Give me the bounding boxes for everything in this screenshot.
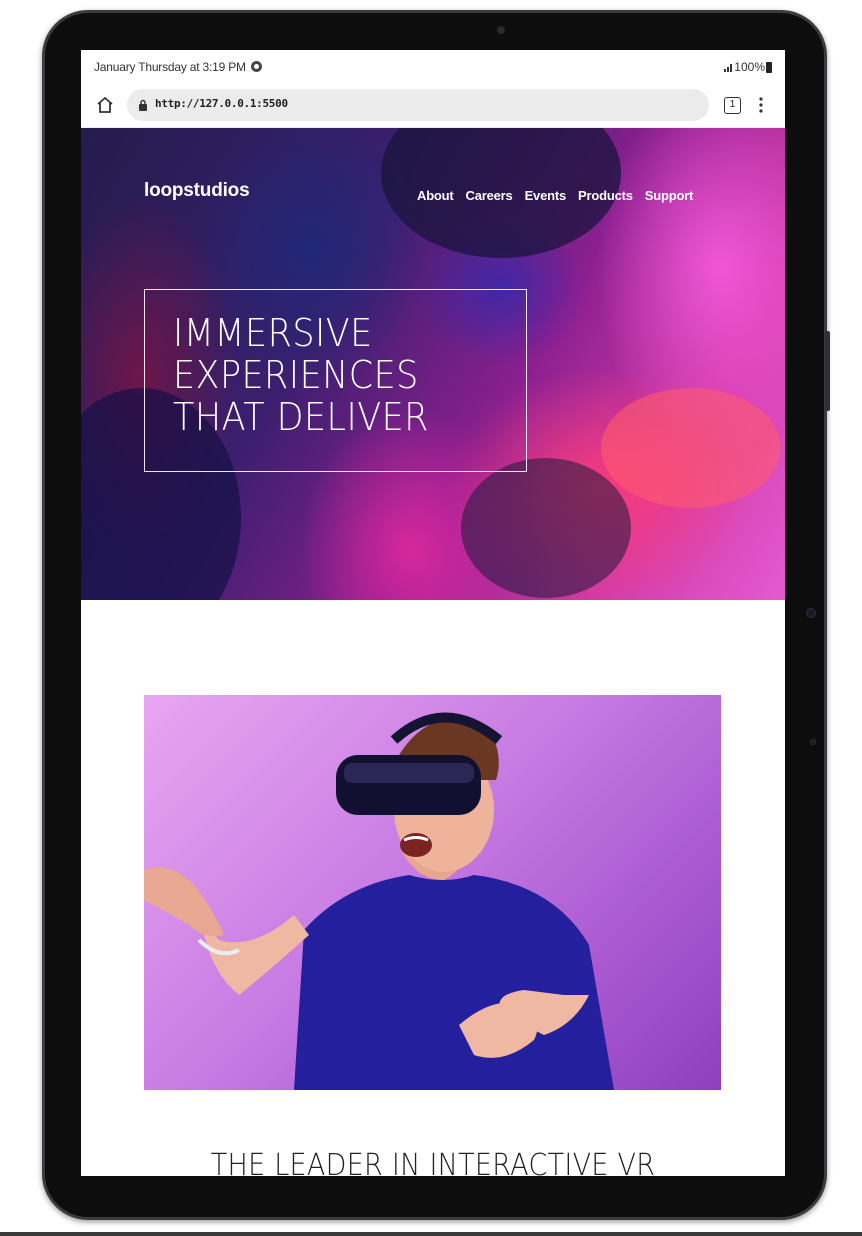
vr-person-illustration (144, 712, 614, 1090)
hero-title: IMMERSIVE EXPERIENCES THAT DELIVER (173, 311, 429, 439)
status-time: January Thursday at 3:19 PM (94, 60, 262, 74)
section-title: THE LEADER IN INTERACTIVE VR (210, 1148, 656, 1176)
hero-dark-shape (461, 458, 631, 598)
nav-about[interactable]: About (417, 188, 454, 203)
bottom-border (0, 1232, 862, 1236)
hero-section: loopstudios About Careers Events Product… (81, 128, 785, 600)
url-bar[interactable]: http://127.0.0.1:5500 (127, 89, 709, 121)
nav-careers[interactable]: Careers (466, 188, 513, 203)
nav-products[interactable]: Products (578, 188, 633, 203)
status-right: 100% (724, 60, 772, 74)
status-time-text: January Thursday at 3:19 PM (94, 60, 246, 74)
tabs-icon[interactable]: 1 (724, 97, 741, 114)
lock-icon (139, 99, 147, 111)
nav-events[interactable]: Events (525, 188, 567, 203)
notification-icon (250, 61, 262, 72)
tablet-screen: January Thursday at 3:19 PM 100% http://… (81, 50, 785, 1176)
sensor-dot (810, 739, 816, 745)
url-text[interactable]: http://127.0.0.1:5500 (155, 97, 288, 110)
hero-hand-glow (601, 388, 781, 508)
more-menu-icon[interactable] (759, 96, 763, 114)
browser-toolbar: http://127.0.0.1:5500 1 (81, 84, 785, 128)
camera-icon (497, 26, 505, 34)
home-icon[interactable] (95, 95, 115, 115)
volume-button (825, 331, 830, 411)
battery-icon (766, 62, 772, 73)
sensor-icon (806, 608, 816, 618)
signal-icon (724, 64, 733, 72)
status-bar: January Thursday at 3:19 PM 100% (81, 50, 785, 84)
nav-support[interactable]: Support (645, 188, 694, 203)
site-logo[interactable]: loopstudios (144, 180, 250, 202)
site-nav: About Careers Events Products Support (417, 188, 705, 203)
hero-title-box: IMMERSIVE EXPERIENCES THAT DELIVER (144, 289, 527, 472)
vr-feature-image (144, 695, 721, 1090)
battery-level: 100% (734, 60, 765, 74)
